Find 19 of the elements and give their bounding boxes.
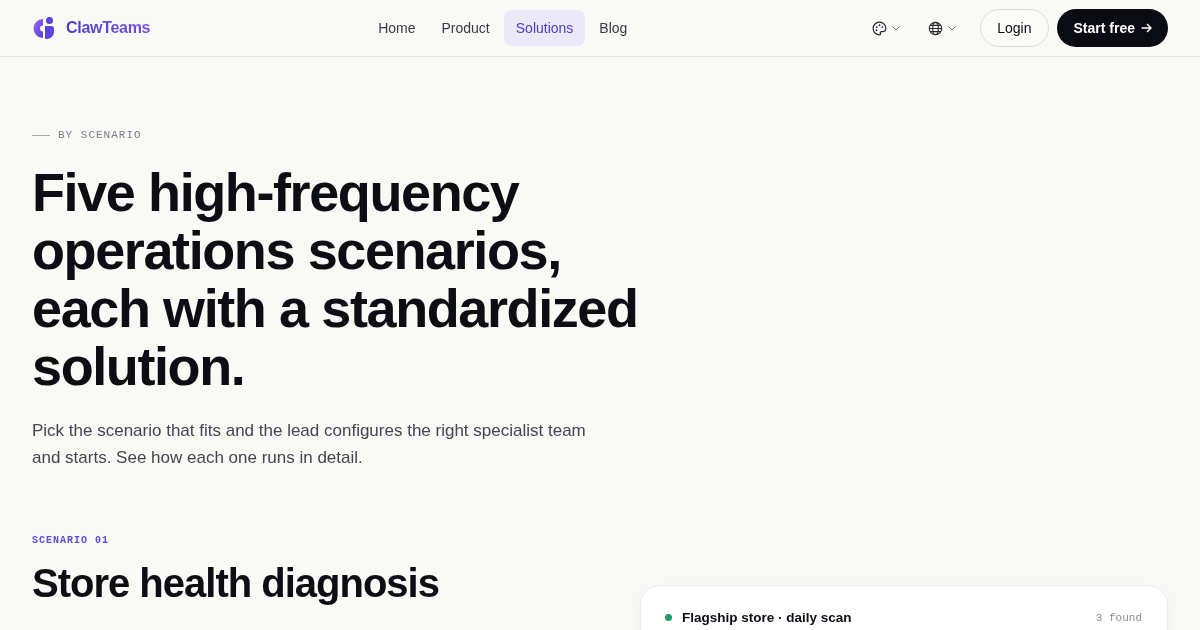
start-free-button[interactable]: Start free <box>1056 9 1168 47</box>
nav-link[interactable]: Product <box>429 10 502 46</box>
arrow-right-icon <box>1141 23 1152 33</box>
nav-link[interactable]: Solutions <box>503 10 586 46</box>
hero-description: Pick the scenario that fits and the lead configures the right specialist team and starts. See how each one runs in detail. <box>32 420 587 469</box>
login-button[interactable]: Login <box>980 9 1049 47</box>
section-eyebrow: BY SCENARIO <box>58 129 142 141</box>
palette-icon <box>872 20 888 36</box>
nav-link[interactable]: Blog <box>587 10 640 46</box>
globe-icon <box>928 20 944 36</box>
logo-icon <box>32 16 56 40</box>
nav-link[interactable]: Home <box>366 10 428 46</box>
scenario-heading: Store health diagnosis <box>32 560 440 606</box>
scan-title: Flagship store · daily scan <box>682 610 853 625</box>
found-count: 3 found <box>1095 611 1142 624</box>
scenario-label: SCENARIO 01 <box>32 535 110 546</box>
chevron-down-icon <box>892 25 901 31</box>
chevron-down-icon <box>948 25 957 31</box>
hero-heading: Five high-frequency operations scenarios, each with a standardized solution. <box>32 163 639 395</box>
